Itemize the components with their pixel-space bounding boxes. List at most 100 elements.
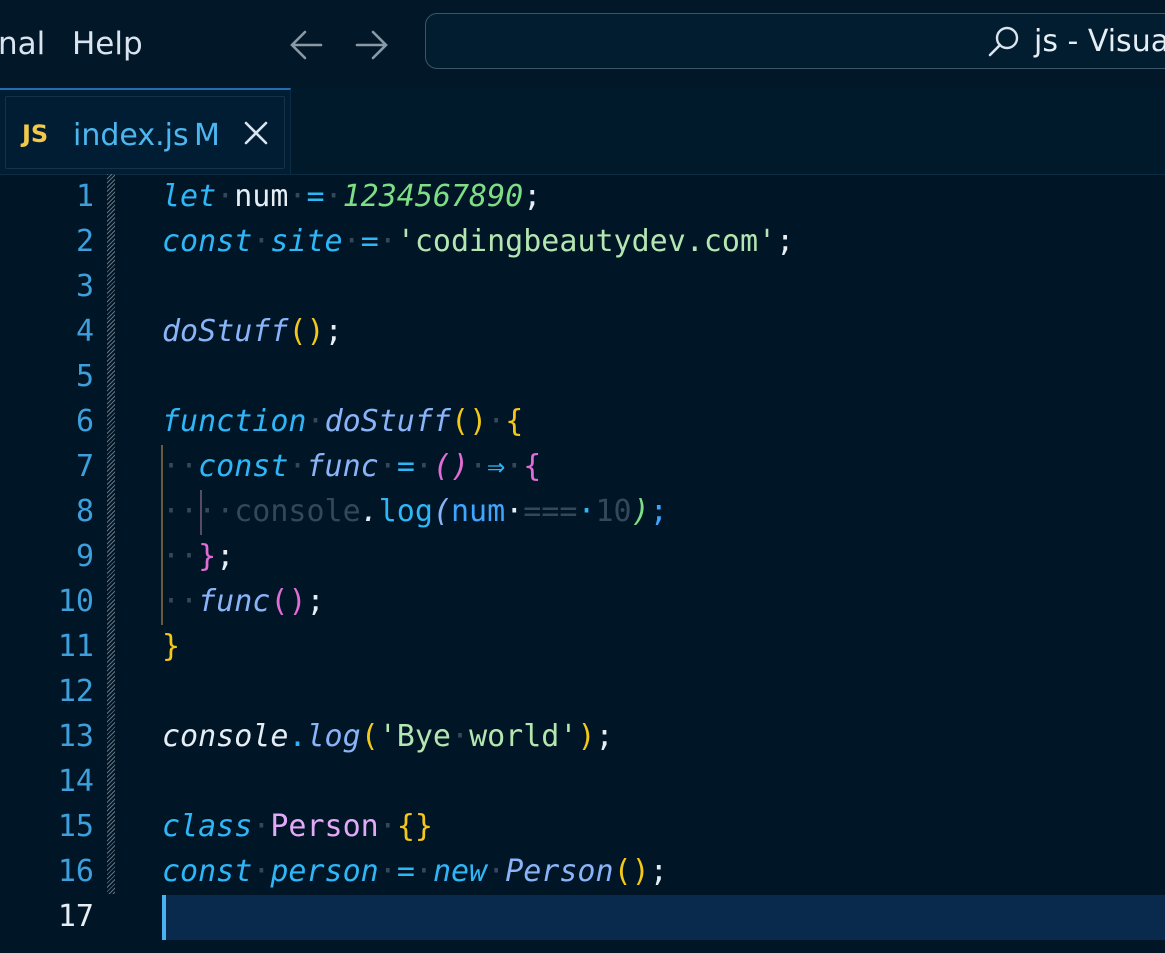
code-token: ( — [360, 719, 379, 754]
search-text: js - Visual — [1034, 24, 1165, 59]
code-token: ; — [523, 179, 542, 214]
code-token: person — [270, 854, 379, 889]
code-token: world' — [469, 719, 578, 754]
tab-modified-badge: M — [194, 118, 220, 153]
code-token: ; — [216, 539, 235, 574]
code-token: ) — [631, 854, 650, 889]
whitespace-marker: 10 — [595, 494, 632, 529]
code-line-2[interactable]: const·site·=·'codingbeautydev.com'; — [162, 219, 794, 264]
code-token: ( — [451, 404, 470, 439]
code-token: { — [396, 809, 415, 844]
code-token: function — [162, 404, 307, 439]
code-token: ) — [469, 404, 488, 439]
whitespace-marker: · — [469, 449, 488, 484]
whitespace-marker: · — [378, 854, 397, 889]
whitespace-marker: ·· — [162, 584, 199, 619]
code-token: Person — [505, 854, 614, 889]
whitespace-marker: ·· — [162, 539, 199, 574]
code-token: ; — [595, 719, 614, 754]
code-token: log — [378, 494, 433, 529]
whitespace-marker: · — [487, 404, 506, 439]
code-token: log — [306, 719, 361, 754]
line-number: 5 — [75, 359, 94, 394]
code-token: = — [396, 449, 415, 484]
whitespace-marker: === — [523, 494, 578, 529]
whitespace-marker: · — [216, 179, 235, 214]
line-number-current: 17 — [57, 899, 94, 934]
code-line-6[interactable]: function·doStuff()·{ — [162, 399, 523, 444]
code-token: 'codingbeautydev.com' — [396, 224, 777, 259]
menu-help[interactable]: Help — [72, 24, 143, 64]
code-token: Person — [270, 809, 379, 844]
line-number: 14 — [57, 764, 94, 799]
code-line-1[interactable]: let·num·=·1234567890; — [162, 174, 541, 219]
code-line-9[interactable]: ··}; — [162, 534, 234, 579]
line-number: 4 — [75, 314, 94, 349]
code-line-10[interactable]: ··func(); — [162, 579, 325, 624]
current-line-highlight — [162, 895, 1165, 940]
code-token: . — [360, 494, 379, 529]
line-number: 9 — [75, 539, 94, 574]
whitespace-marker: · — [252, 224, 271, 259]
menu-terminal[interactable]: nal — [0, 24, 45, 64]
line-number: 15 — [57, 809, 94, 844]
back-arrow-icon[interactable] — [287, 26, 325, 64]
whitespace-marker: · — [378, 449, 397, 484]
line-number: 1 — [75, 179, 94, 214]
line-number: 16 — [57, 854, 94, 889]
code-line-4[interactable]: doStuff(); — [162, 309, 343, 354]
code-token: } — [414, 809, 433, 844]
whitespace-marker: · — [378, 809, 397, 844]
tab-bar: JS index.js M — [0, 88, 1165, 175]
command-center-search[interactable]: js - Visual — [425, 13, 1165, 69]
code-token: ( — [288, 314, 307, 349]
code-token: 'Bye — [378, 719, 451, 754]
code-token: . — [288, 719, 307, 754]
whitespace-marker: · — [414, 854, 433, 889]
whitespace-marker: · — [487, 854, 506, 889]
whitespace-marker: · — [342, 224, 361, 259]
code-token: doStuff — [162, 314, 289, 349]
code-token: } — [198, 539, 217, 574]
whitespace-marker: · — [324, 179, 343, 214]
code-token: 1234567890 — [342, 179, 524, 214]
tab-index-js[interactable]: JS index.js M — [0, 88, 291, 174]
code-token: site — [270, 224, 343, 259]
whitespace-marker: · — [288, 449, 307, 484]
code-line-15[interactable]: class·Person·{} — [162, 804, 433, 849]
whitespace-marker: · — [198, 494, 217, 529]
git-modified-gutter-indicator[interactable] — [107, 174, 115, 894]
line-number: 13 — [57, 719, 94, 754]
code-token: { — [505, 404, 524, 439]
line-number: 7 — [75, 449, 94, 484]
code-token: new — [432, 854, 488, 889]
whitespace-marker: · — [378, 224, 397, 259]
whitespace-marker: console — [234, 494, 361, 529]
whitespace-marker: · — [288, 179, 307, 214]
code-token: = — [360, 224, 379, 259]
whitespace-marker: · — [306, 404, 325, 439]
code-token: = — [306, 179, 325, 214]
code-line-11[interactable]: } — [162, 624, 180, 669]
forward-arrow-icon[interactable] — [353, 26, 391, 64]
code-token: ( — [613, 854, 632, 889]
code-line-16[interactable]: const·person·=·new·Person(); — [162, 849, 668, 894]
whitespace-marker: ·· — [162, 494, 199, 529]
code-token: ) — [306, 314, 325, 349]
whitespace-marker: · — [252, 809, 271, 844]
code-token: ; — [649, 854, 668, 889]
line-number: 10 — [57, 584, 94, 619]
code-token: num — [234, 179, 289, 214]
code-line-7[interactable]: ··const·func·=·()·⇒·{ — [162, 444, 541, 489]
line-number: 11 — [57, 629, 94, 664]
code-line-13[interactable]: console.log('Bye·world'); — [162, 714, 614, 759]
code-token: ; — [306, 584, 325, 619]
code-token: let — [162, 179, 217, 214]
line-number: 3 — [75, 269, 94, 304]
close-icon[interactable] — [243, 120, 269, 146]
code-token: ; — [324, 314, 343, 349]
code-token: ( — [432, 449, 451, 484]
line-number: 12 — [57, 674, 94, 709]
code-line-8[interactable]: ····console.log(num·===·10); — [162, 489, 668, 534]
whitespace-marker: · — [414, 449, 433, 484]
